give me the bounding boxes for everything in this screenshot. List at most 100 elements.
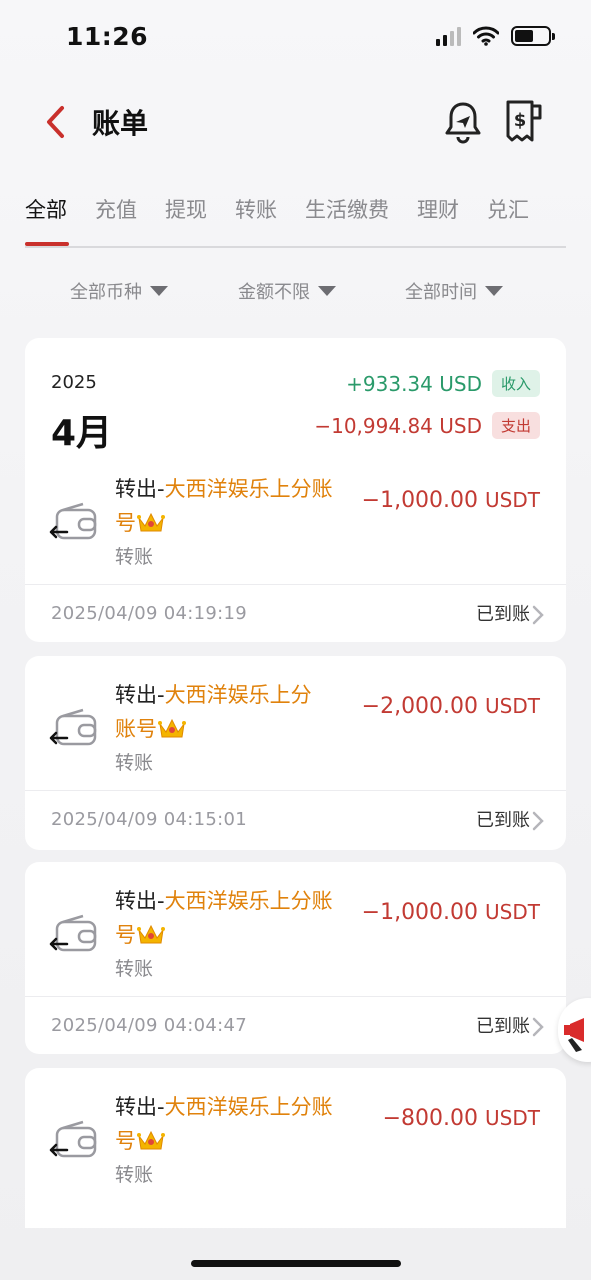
signal-icon [436, 26, 461, 46]
time-filter[interactable]: 全部时间 [405, 278, 503, 304]
month-card: 2025 4月 +933.34 USD 收入 −10,994.84 USD 支出… [25, 338, 566, 642]
merchant-name-cont: 号 [115, 923, 136, 947]
transaction-amount: −1,000.00 USDT [362, 900, 540, 925]
crown-icon [137, 1130, 165, 1150]
merchant-name-cont: 号 [115, 1129, 136, 1153]
income-total: +933.34 USD [346, 371, 482, 396]
wifi-icon [473, 26, 499, 46]
transaction-amount: −1,000.00 USDT [362, 488, 540, 513]
currency-filter[interactable]: 全部币种 [70, 278, 168, 304]
bell-icon [445, 102, 481, 144]
transaction-item[interactable]: 转出-大西洋娱乐上分账 号 转账 −800.00 USDT [25, 1078, 566, 1228]
caret-down-icon [485, 286, 503, 296]
transaction-type: 转账 [115, 546, 154, 568]
amount-currency: USDT [485, 488, 540, 512]
chevron-right-icon [532, 605, 544, 625]
transaction-footer: 2025/04/09 04:19:19 已到账 [25, 584, 566, 642]
wallet-out-icon [49, 708, 97, 746]
transaction-status: 已到账 [476, 1016, 530, 1037]
back-button[interactable] [40, 104, 70, 140]
transaction-amount: −2,000.00 USDT [362, 694, 540, 719]
tab-bill-payment[interactable]: 生活缴费 [305, 188, 389, 246]
amount-value: −1,000.00 [361, 900, 479, 925]
expense-badge: 支出 [491, 412, 540, 439]
battery-icon [511, 26, 555, 46]
crown-icon [137, 512, 165, 532]
status-icons [436, 26, 555, 46]
transaction-title: 转出-大西洋娱乐上分账 号 [115, 884, 355, 952]
summary-month: 4月 [51, 413, 113, 454]
transaction-title: 转出-大西洋娱乐上分账 号 [115, 472, 355, 540]
transaction-footer: 2025/04/09 04:15:01 已到账 [25, 790, 566, 848]
merchant-name: 大西洋娱乐上分账 [164, 477, 333, 501]
transaction-status: 已到账 [476, 810, 530, 831]
transaction-prefix: 转出- [115, 477, 165, 501]
transaction-prefix: 转出- [115, 1095, 165, 1119]
tab-exchange[interactable]: 兑汇 [487, 188, 529, 246]
transaction-type: 转账 [115, 958, 154, 980]
chevron-right-icon [532, 1017, 544, 1037]
expense-total: −10,994.84 USD [314, 413, 482, 438]
tab-withdraw[interactable]: 提现 [165, 188, 207, 246]
amount-currency: USDT [485, 694, 540, 718]
back-arrow-icon [47, 106, 64, 138]
transaction-item[interactable]: 转出-大西洋娱乐上分 账号 转账 −2,000.00 USDT 2025/04/… [25, 666, 566, 850]
wallet-out-icon [49, 1120, 97, 1158]
transaction-time: 2025/04/09 04:15:01 [51, 809, 248, 830]
amount-filter-label: 金额不限 [238, 282, 310, 303]
merchant-name: 大西洋娱乐上分账 [164, 1095, 333, 1119]
expense-summary: −10,994.84 USD 支出 [314, 412, 540, 439]
crown-icon [158, 718, 186, 738]
transaction-item[interactable]: 转出-大西洋娱乐上分账 号 转账 −1,000.00 USDT 2025/04/… [25, 872, 566, 1054]
transaction-type: 转账 [115, 752, 154, 774]
transaction-card[interactable]: 转出-大西洋娱乐上分账 号 转账 −1,000.00 USDT 2025/04/… [25, 862, 566, 1054]
income-badge: 收入 [491, 370, 540, 397]
tab-bar: 全部 充值 提现 转账 生活缴费 理财 兑汇 [25, 188, 566, 248]
transaction-title: 转出-大西洋娱乐上分 账号 [115, 678, 355, 746]
transaction-title: 转出-大西洋娱乐上分账 号 [115, 1090, 355, 1158]
status-bar: 11:26 [0, 0, 591, 80]
time-filter-label: 全部时间 [405, 282, 477, 303]
notification-button[interactable] [443, 100, 483, 144]
status-time: 11:26 [66, 22, 149, 51]
header: 账单 $ [0, 92, 591, 152]
transaction-type: 转账 [115, 1164, 154, 1186]
merchant-name-cont: 账号 [115, 717, 157, 741]
chevron-right-icon [532, 811, 544, 831]
amount-value: −1,000.00 [361, 488, 479, 513]
tab-all[interactable]: 全部 [25, 188, 69, 246]
crown-icon [137, 924, 165, 944]
income-summary: +933.34 USD 收入 [346, 370, 540, 397]
currency-filter-label: 全部币种 [70, 282, 142, 303]
amount-value: −800.00 [382, 1106, 479, 1131]
transaction-prefix: 转出- [115, 889, 165, 913]
transaction-status: 已到账 [476, 604, 530, 625]
caret-down-icon [318, 286, 336, 296]
transaction-amount: −800.00 USDT [383, 1106, 540, 1131]
page-title: 账单 [92, 107, 149, 140]
home-indicator[interactable] [191, 1260, 401, 1267]
tab-transfer[interactable]: 转账 [235, 188, 277, 246]
transaction-item[interactable]: 转出-大西洋娱乐上分账 号 转账 −1,000.00 USDT 2025/04/… [25, 460, 566, 640]
transaction-prefix: 转出- [115, 683, 165, 707]
amount-value: −2,000.00 [361, 694, 479, 719]
merchant-name: 大西洋娱乐上分 [164, 683, 312, 707]
caret-down-icon [150, 286, 168, 296]
amount-filter[interactable]: 金额不限 [238, 278, 336, 304]
wallet-out-icon [49, 914, 97, 952]
transaction-card[interactable]: 转出-大西洋娱乐上分 账号 转账 −2,000.00 USDT 2025/04/… [25, 656, 566, 850]
tab-finance[interactable]: 理财 [417, 188, 459, 246]
bill-icon: $ [506, 100, 542, 142]
transaction-card[interactable]: 转出-大西洋娱乐上分账 号 转账 −800.00 USDT [25, 1068, 566, 1228]
bill-button[interactable]: $ [502, 98, 546, 144]
amount-currency: USDT [485, 900, 540, 924]
tab-recharge[interactable]: 充值 [95, 188, 137, 246]
amount-currency: USDT [485, 1106, 540, 1130]
filter-bar: 全部币种 金额不限 全部时间 [0, 278, 591, 310]
transaction-time: 2025/04/09 04:04:47 [51, 1015, 248, 1036]
merchant-name: 大西洋娱乐上分账 [164, 889, 333, 913]
transaction-footer: 2025/04/09 04:04:47 已到账 [25, 996, 566, 1054]
svg-text:$: $ [514, 110, 527, 131]
transaction-time: 2025/04/09 04:19:19 [51, 603, 248, 624]
wallet-out-icon [49, 502, 97, 540]
